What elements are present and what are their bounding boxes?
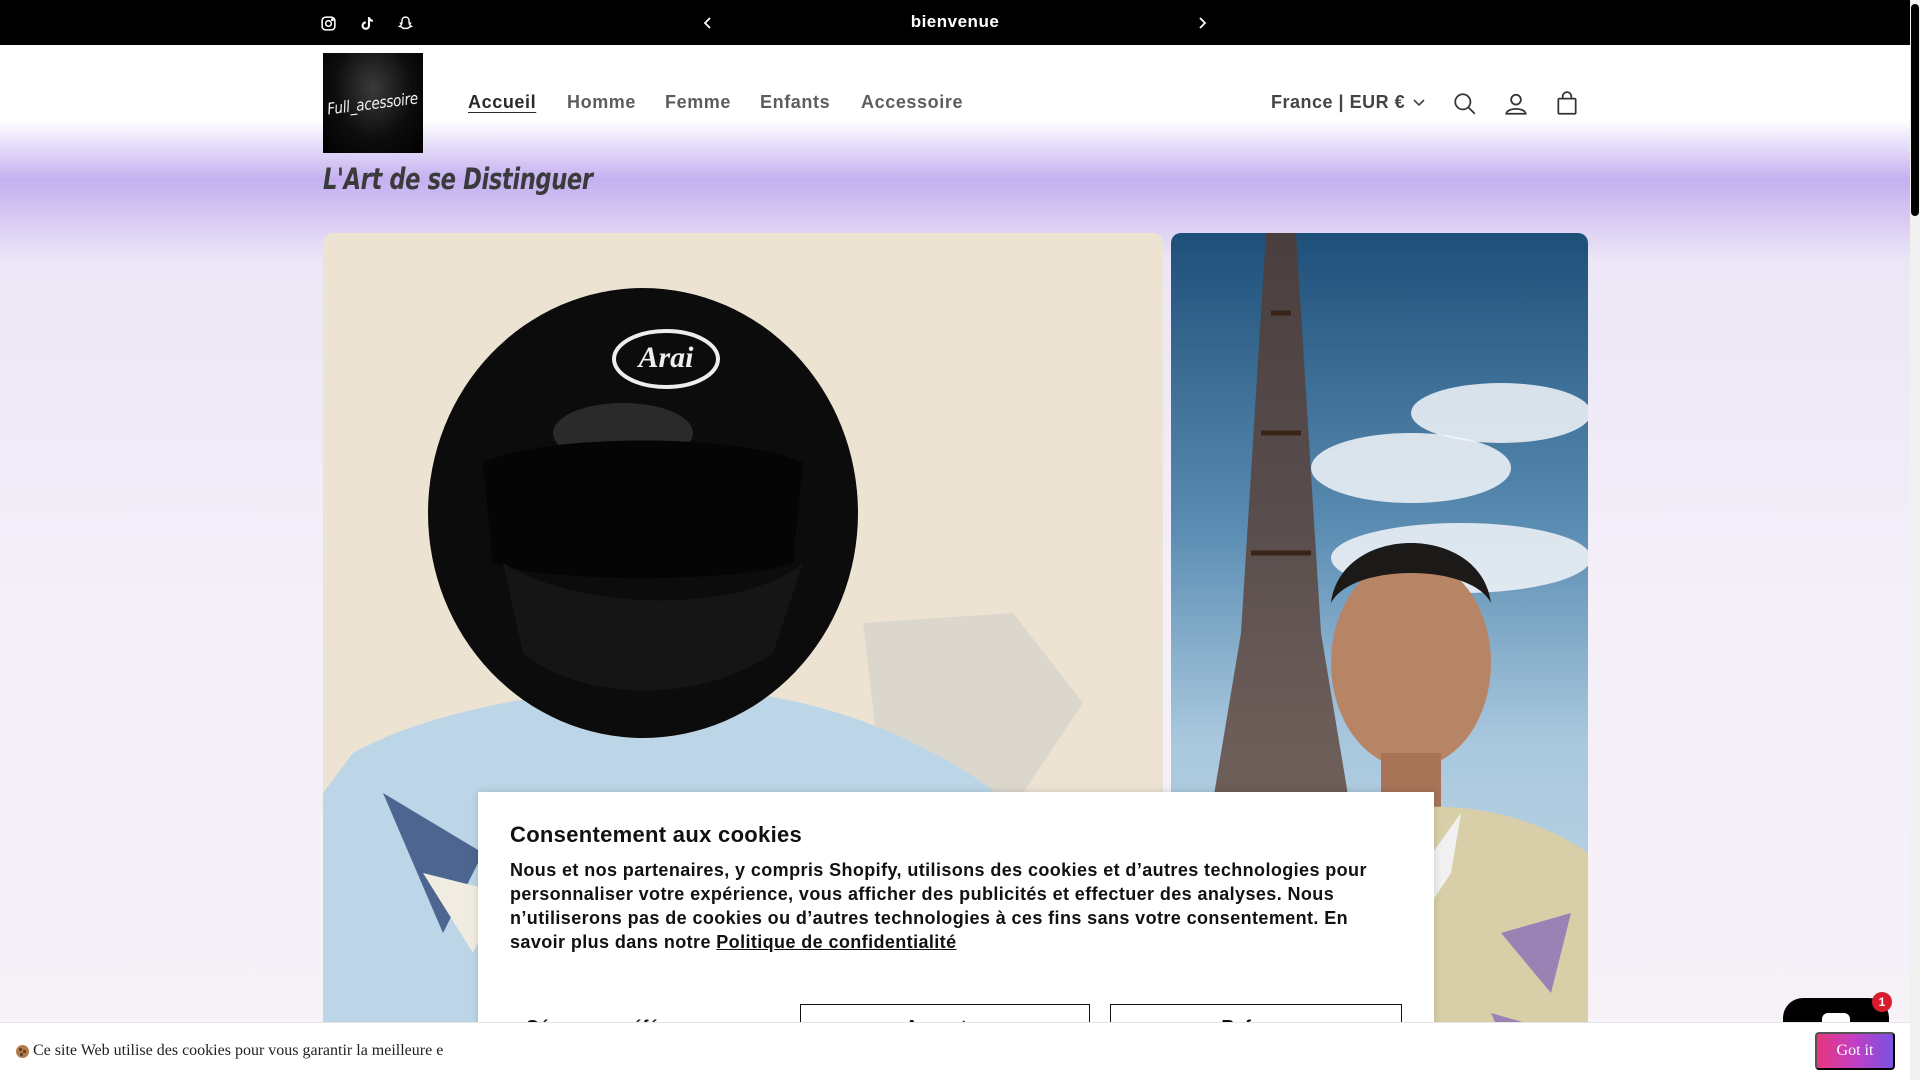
- instagram-icon[interactable]: [317, 12, 339, 34]
- nav-homme[interactable]: Homme: [567, 92, 636, 113]
- snapchat-icon[interactable]: [394, 12, 416, 34]
- search-icon[interactable]: [1451, 90, 1479, 118]
- scrollbar-thumb[interactable]: [1911, 4, 1919, 216]
- nav-femme[interactable]: Femme: [665, 92, 731, 113]
- got-it-button[interactable]: Got it: [1815, 1032, 1895, 1070]
- hero-tagline: L'Art de se Distinguer: [323, 162, 593, 196]
- chevron-down-icon: [1413, 98, 1425, 106]
- cookie-notice-text-wrapper: Ce site Web utilise des cookies pour vou…: [16, 1042, 443, 1060]
- store-logo[interactable]: Full_acessoire: [323, 53, 423, 153]
- tiktok-icon[interactable]: [355, 12, 377, 34]
- privacy-policy-link[interactable]: Politique de confidentialité: [716, 932, 956, 952]
- account-icon[interactable]: [1502, 90, 1530, 118]
- chat-unread-badge: 1: [1872, 992, 1892, 1012]
- announcement-next-icon[interactable]: [1190, 11, 1214, 35]
- nav-enfants[interactable]: Enfants: [760, 92, 830, 113]
- country-currency-selector[interactable]: France | EUR €: [1271, 92, 1425, 113]
- nav-accueil[interactable]: Accueil: [468, 92, 536, 113]
- announcement-prev-icon[interactable]: [696, 11, 720, 35]
- announcement-bar: bienvenue: [0, 0, 1910, 45]
- country-label: France | EUR €: [1271, 92, 1406, 112]
- cookie-dialog-title: Consentement aux cookies: [510, 822, 803, 847]
- svg-text:Arai: Arai: [636, 341, 694, 374]
- nav-accessoire[interactable]: Accessoire: [861, 92, 963, 113]
- cart-icon[interactable]: [1553, 90, 1581, 118]
- cookie-notice-bar: Ce site Web utilise des cookies pour vou…: [0, 1022, 1910, 1080]
- cookie-icon: [16, 1044, 29, 1058]
- logo-text: Full_acessoire: [326, 88, 420, 118]
- cookie-dialog-body: Nous et nos partenaires, y compris Shopi…: [510, 858, 1390, 954]
- announcement-text: bienvenue: [910, 12, 1000, 31]
- cookie-notice-text: Ce site Web utilise des cookies pour vou…: [33, 1042, 444, 1059]
